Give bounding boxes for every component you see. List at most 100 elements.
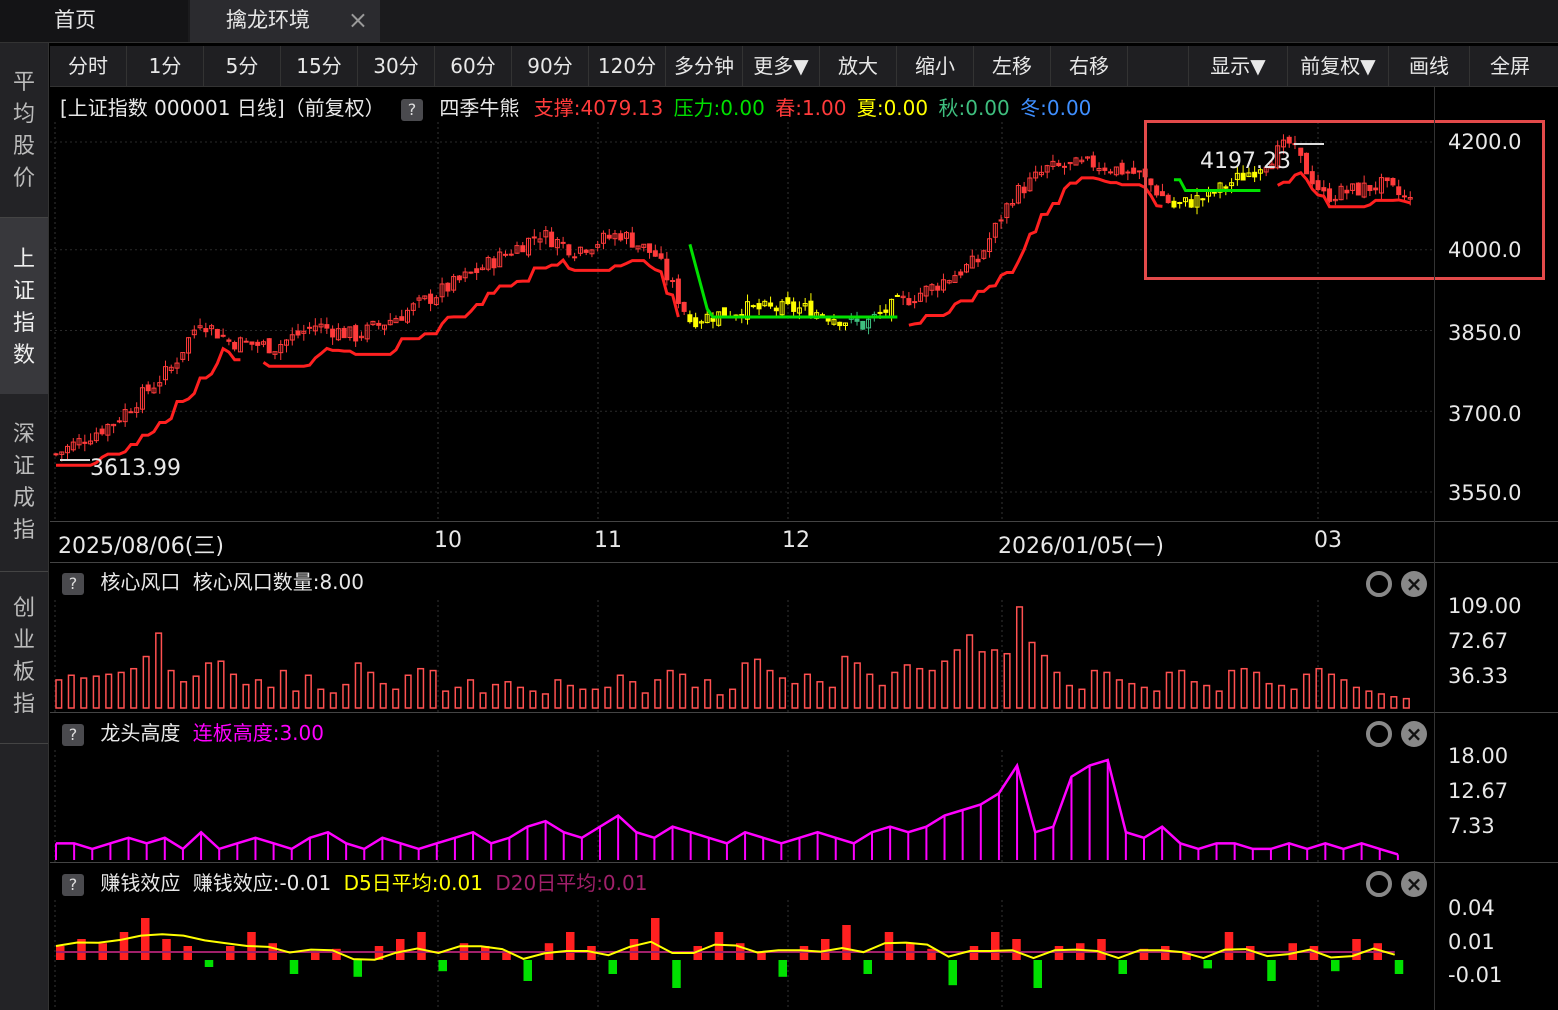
help-icon[interactable]: ? (62, 873, 84, 896)
effect-bar (1012, 939, 1021, 960)
hotspot-bar (1365, 690, 1373, 709)
btn-fullscreen[interactable]: 全屏 (1470, 46, 1550, 86)
candle-body (255, 341, 261, 346)
effect-bar (672, 960, 681, 988)
hotspot-bar (641, 692, 649, 709)
btn-30min[interactable]: 30分 (358, 46, 435, 86)
candle-body (670, 280, 676, 283)
effect-bar (714, 932, 724, 960)
candle-body (566, 244, 572, 256)
hotspot-bar (778, 677, 787, 709)
close-icon[interactable]: × (348, 0, 368, 40)
effect-bar (566, 932, 575, 960)
close-icon[interactable]: × (1401, 871, 1427, 897)
left-nav: 平 均 股 价 上 证 指 数 深 证 成 指 创 业 板 指 (0, 43, 49, 1010)
hotspot-bar (354, 662, 362, 709)
hotspot-bar (953, 649, 961, 709)
panel1-name: 核心风口 (100, 570, 181, 594)
btn-zoom-in[interactable]: 放大 (820, 46, 897, 86)
nav-char: 指 (12, 518, 35, 543)
toolbar-spacer (1128, 46, 1189, 86)
hotspot-bar (816, 681, 824, 709)
btn-draw[interactable]: 画线 (1389, 46, 1470, 86)
nav-item-chinext-index[interactable]: 创 业 板 指 (0, 593, 48, 721)
btn-display[interactable]: 显示▼ (1189, 46, 1288, 86)
btn-move-left[interactable]: 左移 (974, 46, 1051, 86)
support-value: 支撑:4079.13 (533, 96, 664, 120)
tab-qinlong-env[interactable]: 擒龙环境 × (190, 0, 380, 42)
help-icon[interactable]: ? (62, 572, 84, 595)
btn-more[interactable]: 更多▼ (743, 46, 820, 86)
candle-body (214, 328, 220, 339)
date-label: 12 (782, 528, 810, 553)
panel1-value: 核心风口数量:8.00 (192, 570, 364, 594)
gear-icon[interactable] (1366, 721, 1392, 747)
hotspot-bar (342, 683, 350, 709)
hotspot-bar (529, 690, 537, 709)
nav-char: 均 (12, 102, 35, 127)
candle-body (572, 256, 578, 259)
hotspot-bar (1003, 652, 1011, 709)
help-icon[interactable]: ? (401, 98, 424, 121)
panel3-name: 赚钱效应 (100, 871, 181, 895)
support-line (262, 257, 680, 368)
btn-15min[interactable]: 15分 (281, 46, 358, 86)
panel3-d5: D5日平均:0.01 (343, 871, 483, 895)
help-icon[interactable]: ? (62, 723, 84, 746)
candle-body (376, 322, 382, 326)
panel-divider (50, 862, 1558, 863)
nav-item-avg-price[interactable]: 平 均 股 价 (0, 67, 48, 195)
btn-move-right[interactable]: 右移 (1051, 46, 1128, 86)
effect-bar (757, 953, 766, 960)
nav-item-shanghai-index[interactable]: 上 证 指 数 (0, 218, 48, 394)
y-tick: 36.33 (1448, 664, 1509, 688)
panel3-d20: D20日平均:0.01 (495, 871, 648, 895)
candle-body (341, 327, 347, 339)
candle-body (808, 300, 814, 319)
nav-item-shenzhen-index[interactable]: 深 证 成 指 (0, 419, 48, 547)
btn-zoom-out[interactable]: 缩小 (897, 46, 974, 86)
right-axis-border (1434, 86, 1435, 1010)
hotspot-bar (1278, 684, 1286, 709)
candle-body (508, 253, 514, 256)
gear-icon[interactable] (1366, 571, 1392, 597)
effect-bar (1352, 939, 1361, 960)
hotspot-bar (254, 679, 262, 709)
candle-body (474, 268, 480, 274)
nav-char: 股 (12, 134, 35, 159)
hotspot-bar (1377, 693, 1385, 709)
y-tick: -0.01 (1448, 963, 1503, 987)
effect-bar (1394, 960, 1404, 974)
effect-bar (608, 960, 617, 974)
hotspot-bar (1140, 686, 1148, 709)
gear-icon[interactable] (1366, 871, 1392, 897)
tab-home[interactable]: 首页 (0, 0, 188, 42)
candle-body (232, 341, 238, 350)
btn-multi-min[interactable]: 多分钟 (666, 46, 743, 86)
candle-body (295, 330, 301, 336)
close-icon[interactable]: × (1401, 721, 1427, 747)
effect-bar (502, 953, 511, 960)
hotspot-bar (392, 688, 400, 709)
candle-body (399, 316, 405, 321)
btn-5min[interactable]: 5分 (204, 46, 281, 86)
candle-body (883, 309, 889, 313)
btn-60min[interactable]: 60分 (435, 46, 512, 86)
btn-intraday[interactable]: 分时 (50, 46, 127, 86)
candle-body (1061, 165, 1067, 168)
hotspot-bar (791, 682, 799, 709)
btn-120min[interactable]: 120分 (589, 46, 666, 86)
hotspot-bar (1103, 671, 1111, 709)
close-icon[interactable]: × (1401, 571, 1427, 597)
hotspot-bar (279, 669, 287, 709)
btn-1min[interactable]: 1分 (127, 46, 204, 86)
support-line (908, 176, 1163, 327)
hotspot-bar (204, 662, 213, 709)
candle-body (145, 384, 151, 392)
nav-char: 平 (12, 70, 35, 95)
btn-90min[interactable]: 90分 (512, 46, 589, 86)
btn-adjust[interactable]: 前复权▼ (1288, 46, 1389, 86)
effect-bar (1097, 939, 1106, 960)
candle-body (652, 250, 658, 257)
hotspot-bar (105, 673, 113, 709)
